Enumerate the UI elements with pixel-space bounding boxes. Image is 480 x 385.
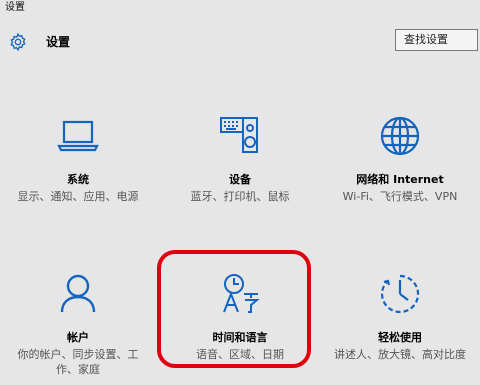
tile-network-label: 网络和 Internet bbox=[356, 173, 444, 186]
tile-devices-label: 设备 bbox=[229, 173, 251, 186]
tile-time-language[interactable]: 时间和语言 语音、区域、日期 bbox=[165, 270, 315, 362]
laptop-icon bbox=[57, 120, 99, 152]
tile-ease-desc: 讲述人、放大镜、高对比度 bbox=[334, 348, 466, 361]
tile-devices[interactable]: 设备 蓝牙、打印机、鼠标 bbox=[165, 112, 315, 204]
tile-accounts-label: 帐户 bbox=[67, 331, 89, 344]
tile-network[interactable]: 网络和 Internet Wi-Fi、飞行模式、VPN bbox=[325, 112, 475, 204]
timer-accessibility-icon bbox=[380, 274, 420, 314]
tile-time-language-label: 时间和语言 bbox=[212, 331, 268, 344]
tile-network-desc: Wi-Fi、飞行模式、VPN bbox=[342, 190, 458, 203]
keyboard-speaker-icon bbox=[220, 117, 258, 153]
globe-icon bbox=[380, 116, 420, 156]
gear-icon bbox=[10, 32, 26, 52]
settings-window: 设置 设置 查找设置 系统 显示、通知、应用、电源 设备 蓝牙、打印机、鼠标 网… bbox=[0, 0, 480, 385]
tile-ease-of-access[interactable]: 轻松使用 讲述人、放大镜、高对比度 bbox=[325, 270, 475, 362]
page-title: 设置 bbox=[46, 35, 71, 49]
person-icon bbox=[60, 274, 96, 313]
tile-accounts[interactable]: 帐户 你的帐户、同步设置、工作、家庭 bbox=[3, 270, 153, 377]
search-input[interactable]: 查找设置 bbox=[395, 29, 478, 51]
tile-system-label: 系统 bbox=[67, 173, 89, 186]
tile-accounts-desc: 你的帐户、同步设置、工作、家庭 bbox=[17, 348, 139, 376]
tile-devices-desc: 蓝牙、打印机、鼠标 bbox=[190, 190, 290, 203]
window-title: 设置 bbox=[5, 2, 25, 13]
tile-time-language-desc: 语音、区域、日期 bbox=[196, 348, 284, 361]
clock-language-icon bbox=[223, 274, 260, 313]
tile-ease-label: 轻松使用 bbox=[378, 331, 422, 344]
tile-system[interactable]: 系统 显示、通知、应用、电源 bbox=[3, 112, 153, 204]
tile-system-desc: 显示、通知、应用、电源 bbox=[17, 190, 139, 203]
